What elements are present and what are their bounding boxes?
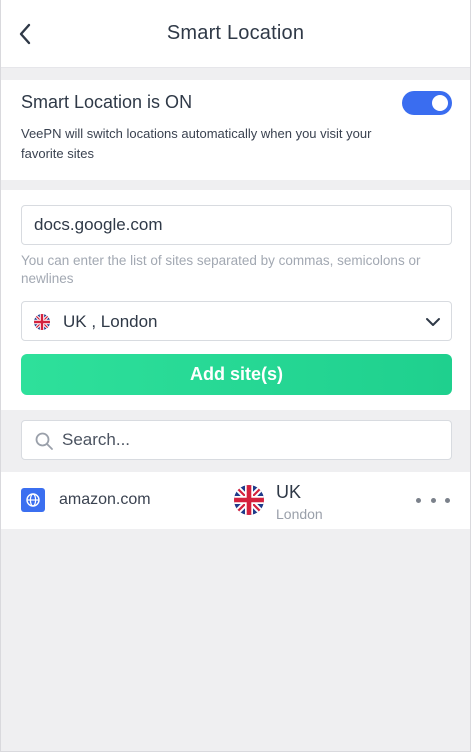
search-input[interactable] — [62, 421, 442, 459]
chevron-down-icon — [426, 318, 440, 326]
more-dot-icon — [445, 497, 450, 503]
site-input[interactable] — [21, 205, 452, 245]
uk-flag-icon — [34, 314, 50, 330]
smart-location-status: Smart Location is ON — [21, 92, 193, 112]
header: Smart Location — [1, 0, 470, 68]
more-dot-icon — [430, 497, 436, 503]
globe-icon — [21, 488, 45, 512]
site-country: UK — [276, 482, 302, 502]
search-box — [21, 420, 452, 460]
location-select[interactable]: UK , London — [21, 301, 452, 341]
app-frame: Smart Location Smart Location is ON VeeP… — [0, 0, 471, 752]
more-dot-icon — [416, 497, 421, 503]
site-domain: amazon.com — [59, 491, 151, 508]
uk-flag-icon — [234, 485, 264, 515]
toggle-knob — [432, 95, 448, 111]
more-options-button[interactable] — [416, 492, 450, 508]
smart-location-description: VeePN will switch locations automaticall… — [21, 126, 372, 161]
search-icon — [35, 432, 53, 450]
add-site-form: You can enter the list of sites separate… — [1, 190, 470, 410]
add-sites-button[interactable]: Add site(s) — [21, 354, 452, 395]
smart-location-toggle[interactable] — [402, 91, 452, 115]
site-input-hint: You can enter the list of sites separate… — [21, 253, 421, 286]
smart-location-section: Smart Location is ON VeePN will switch l… — [1, 80, 470, 180]
site-city: London — [276, 506, 323, 522]
page-title: Smart Location — [166, 22, 305, 44]
site-row[interactable]: amazon.com UK London — [1, 472, 470, 529]
location-select-value: UK , London — [63, 312, 158, 331]
